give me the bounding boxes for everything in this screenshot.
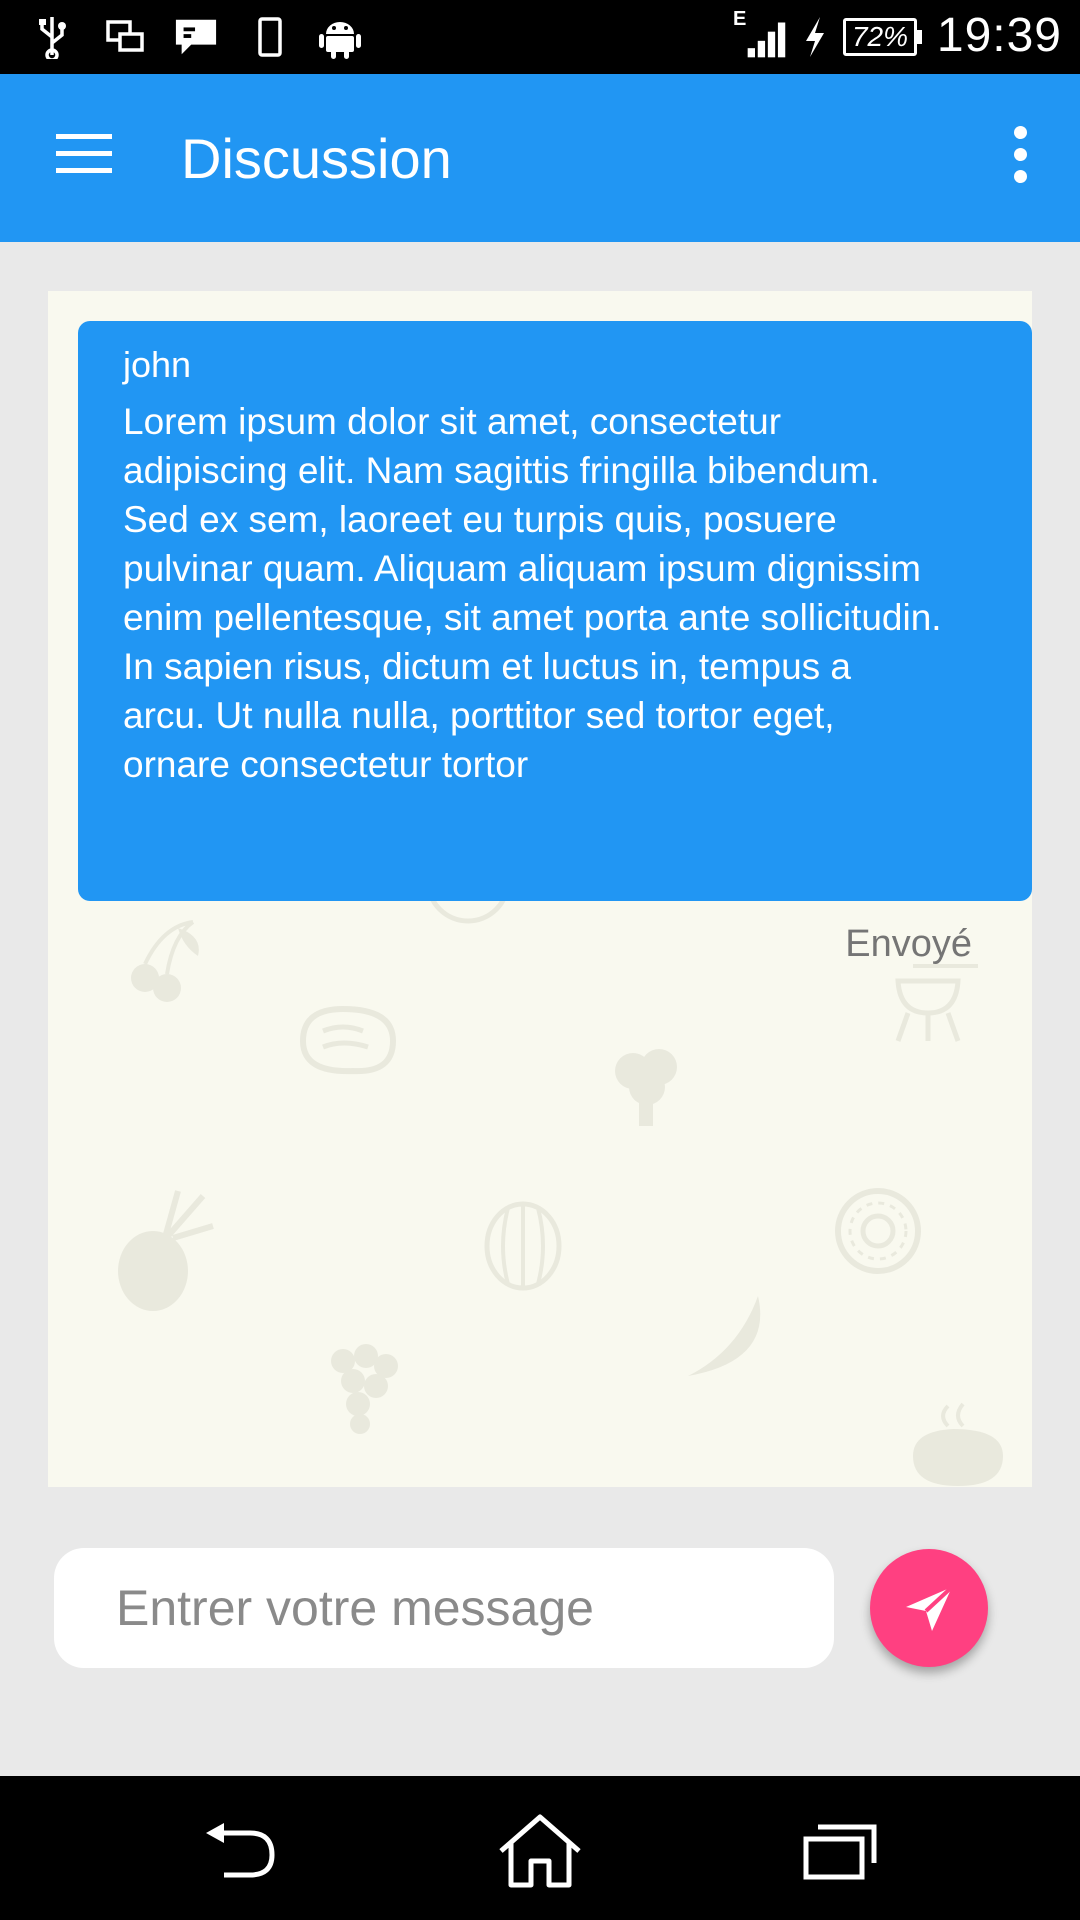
message-text: Lorem ipsum dolor sit amet, consectetur … <box>123 401 942 785</box>
message-input[interactable] <box>54 1548 834 1668</box>
message-icon <box>174 14 218 60</box>
hamburger-menu-icon[interactable] <box>40 118 120 188</box>
doodle-broccoli-icon <box>615 1049 677 1126</box>
doodle-melon-icon <box>484 1201 562 1291</box>
usb-icon <box>30 14 74 60</box>
doodle-banana-icon <box>688 1296 761 1376</box>
status-time: 19:39 <box>936 9 1062 62</box>
message-status: Envoyé <box>845 923 972 965</box>
page-title: Discussion <box>181 127 452 190</box>
screen-cast-icon <box>104 14 148 60</box>
doodle-pineapple-icon <box>118 1190 214 1311</box>
signal-icon <box>744 16 788 62</box>
doodle-grapes-icon <box>331 1344 398 1434</box>
doodle-steak-icon <box>299 1005 397 1075</box>
app-bar: Discussion <box>0 74 1080 242</box>
doodle-donut-icon <box>835 1188 921 1274</box>
android-icon <box>318 14 362 60</box>
home-icon[interactable] <box>490 1806 590 1896</box>
battery-icon: 72% <box>843 18 922 56</box>
back-icon[interactable] <box>190 1806 290 1896</box>
status-bar: E 72% 19:39 <box>0 0 1080 74</box>
more-vert-icon[interactable] <box>990 114 1050 194</box>
doodle-meat-icon <box>913 1402 1003 1486</box>
message-bubble[interactable]: john Lorem ipsum dolor sit amet, consect… <box>78 321 1032 901</box>
send-button[interactable] <box>870 1549 988 1667</box>
charging-icon <box>800 14 830 60</box>
send-icon <box>906 1585 954 1631</box>
phone-icon <box>248 14 292 60</box>
doodle-cherry-icon <box>131 920 199 1002</box>
message-author: john <box>123 344 192 385</box>
navigation-bar <box>0 1776 1080 1920</box>
chat-panel[interactable]: john Lorem ipsum dolor sit amet, consect… <box>48 291 1032 1487</box>
recent-apps-icon[interactable] <box>790 1806 890 1896</box>
